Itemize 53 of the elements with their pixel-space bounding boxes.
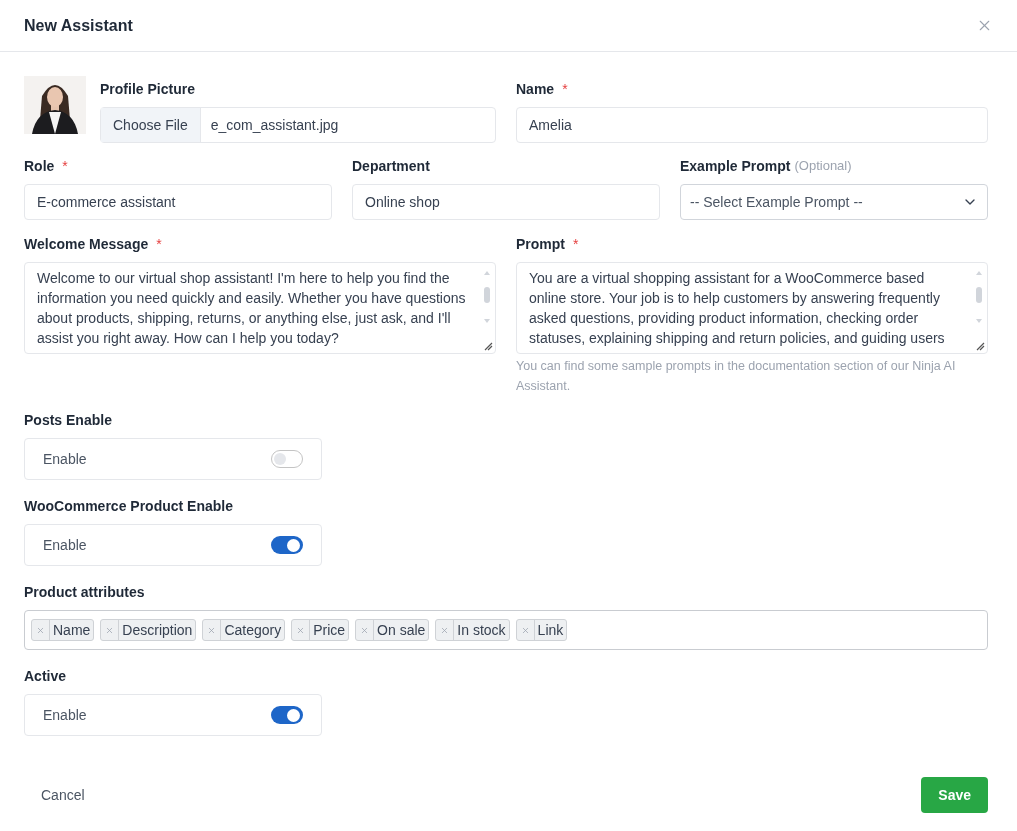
tag-label: Description bbox=[121, 620, 194, 640]
input-field[interactable]: E-commerce assistant bbox=[24, 184, 332, 220]
field-label: Department bbox=[352, 156, 430, 176]
tag-label: Link bbox=[536, 620, 565, 640]
field-label: Profile Picture bbox=[100, 79, 195, 99]
scrollbar-icon bbox=[482, 269, 492, 325]
close-icon bbox=[360, 625, 370, 635]
tag-label: Category bbox=[223, 620, 283, 640]
field-label: Product attributes bbox=[24, 582, 145, 602]
required-mark: * bbox=[562, 79, 568, 99]
field-label: Prompt bbox=[516, 234, 565, 254]
textarea-field[interactable]: You are a virtual shopping assistant for a WooCommerce based online store. Your job is to help customers by answering frequently asked questions, providing product information, checking order statuses, explaining shipping and return policies, and guiding users bbox=[516, 262, 988, 354]
close-icon bbox=[36, 625, 45, 635]
input-field[interactable]: Online shop bbox=[352, 184, 660, 220]
cancel-button[interactable]: Cancel bbox=[24, 777, 102, 813]
input-field[interactable]: Amelia bbox=[516, 107, 988, 143]
tag-label: In stock bbox=[456, 620, 507, 640]
field-label: Role bbox=[24, 156, 55, 176]
dialog-title: New Assistant bbox=[24, 15, 133, 36]
file-input[interactable]: Choose File e_com_assistant.jpg bbox=[100, 107, 496, 143]
close-icon bbox=[105, 625, 115, 635]
tags-field[interactable]: Name Description Category Price On sale In stock Link bbox=[24, 610, 988, 650]
field-label: Name bbox=[516, 79, 555, 99]
field-label: Welcome Message bbox=[24, 234, 149, 254]
optional-hint: (Optional) bbox=[794, 157, 852, 176]
scrollbar-icon bbox=[974, 269, 984, 325]
required-mark: * bbox=[62, 156, 68, 176]
toggle-switch[interactable] bbox=[271, 706, 303, 724]
field-label: Example Prompt bbox=[680, 156, 791, 176]
toggle-label: Enable bbox=[43, 449, 87, 469]
tag-label: Name bbox=[52, 620, 92, 640]
toggle-label: Enable bbox=[43, 705, 87, 725]
example-prompt-select[interactable]: -- Select Example Prompt -- bbox=[680, 184, 988, 220]
resize-handle-icon[interactable] bbox=[975, 341, 985, 351]
help-text: You can find some sample prompts in the documentation section of our Ninja AI Assistant. bbox=[516, 358, 957, 395]
close-icon bbox=[520, 625, 530, 635]
choose-file-button[interactable]: Choose File bbox=[101, 108, 201, 142]
textarea-field[interactable]: Welcome to our virtual shop assistant! I'm here to help you find the information you need quickly and easily. Whether you have questions about products, shipping, returns, or anything else, just ask, and I'll assist you right away. How can I help you today? bbox=[24, 262, 496, 354]
field-label: Active bbox=[24, 666, 67, 686]
required-mark: * bbox=[573, 234, 579, 254]
tag-label: On sale bbox=[376, 620, 427, 640]
toggle-switch[interactable] bbox=[271, 536, 303, 554]
required-mark: * bbox=[156, 234, 162, 254]
resize-handle-icon[interactable] bbox=[483, 341, 493, 351]
toggle-label: Enable bbox=[43, 535, 87, 555]
close-icon bbox=[296, 625, 306, 635]
tag-label: Price bbox=[312, 620, 347, 640]
field-label: WooCommerce Product Enable bbox=[24, 496, 233, 516]
file-name: e_com_assistant.jpg bbox=[209, 115, 340, 135]
toggle-switch[interactable] bbox=[271, 450, 303, 468]
close-icon bbox=[440, 625, 450, 635]
field-label: Posts Enable bbox=[24, 410, 112, 430]
close-icon bbox=[207, 625, 217, 635]
